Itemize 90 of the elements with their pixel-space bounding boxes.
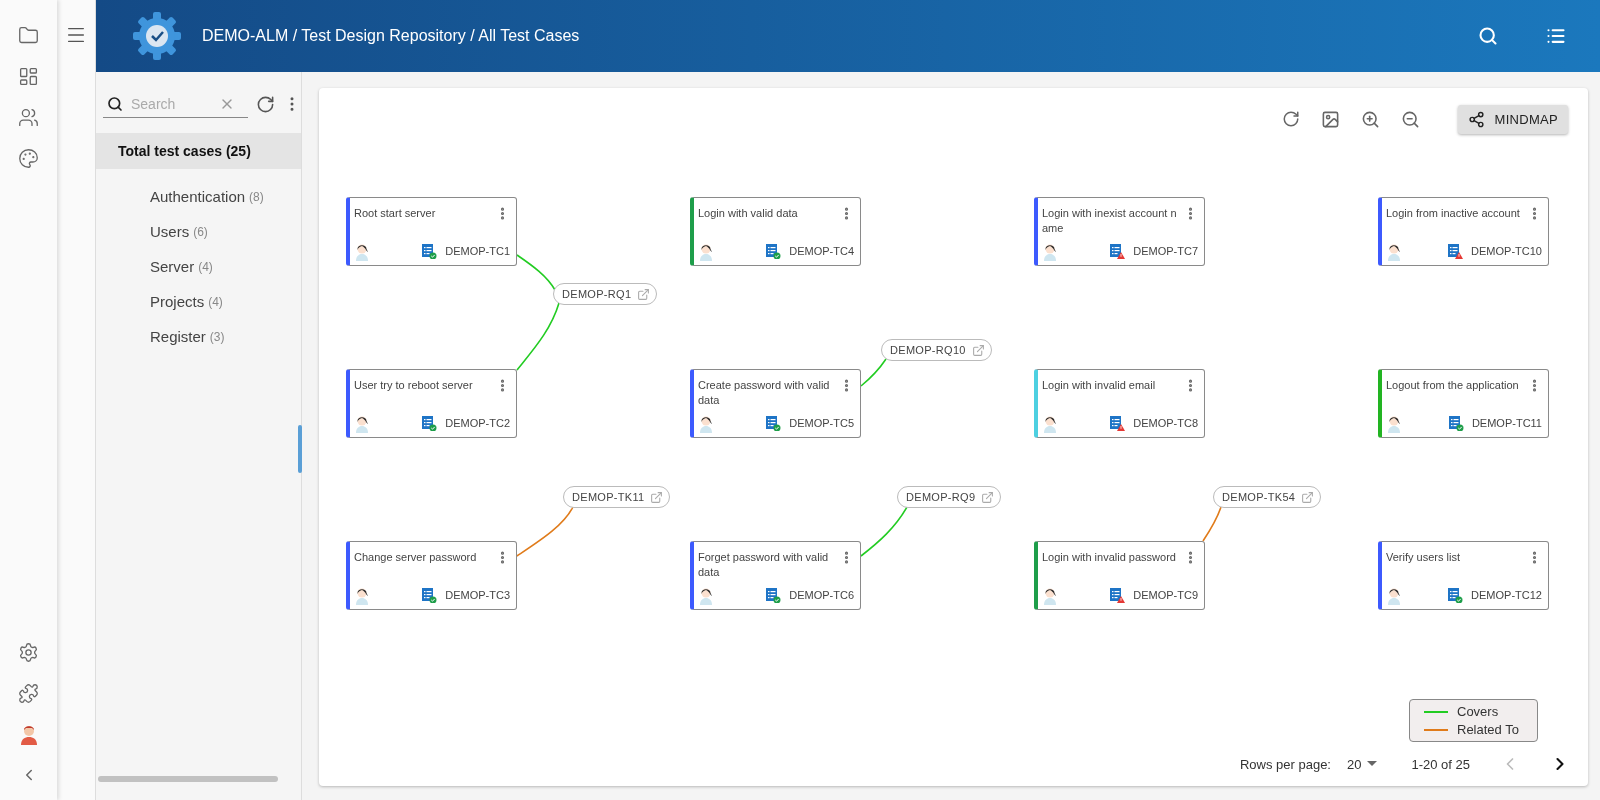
tree-item[interactable]: Register (3) bbox=[96, 319, 301, 354]
test-case-warning-icon bbox=[1109, 587, 1126, 603]
resize-handle[interactable] bbox=[298, 425, 302, 473]
test-case-title: User try to reboot server bbox=[354, 378, 474, 393]
link-label: DEMOP-RQ10 bbox=[890, 344, 966, 356]
tree-item-count: (8) bbox=[249, 189, 264, 204]
tree-item[interactable]: Total test cases (25) bbox=[96, 133, 301, 169]
test-case-id: DEMOP-TC2 bbox=[445, 417, 510, 429]
test-case-title: Login with invalid email bbox=[1042, 378, 1157, 393]
connector-line bbox=[860, 358, 887, 387]
breadcrumb: DEMO-ALM / Test Design Repository / All Test Cases bbox=[202, 27, 581, 45]
test-case-node[interactable]: Login with valid data DEMOP-TC4 bbox=[690, 197, 861, 266]
test-case-node[interactable]: Forget password with valid data DEMOP-TC6 bbox=[690, 541, 861, 610]
test-case-node[interactable]: User try to reboot server DEMOP-TC2 bbox=[346, 369, 517, 438]
test-case-check-icon bbox=[421, 415, 438, 431]
tree-item[interactable]: Authentication (8) bbox=[96, 179, 301, 214]
test-case-id: DEMOP-TC9 bbox=[1133, 589, 1198, 601]
caret-icon bbox=[1367, 761, 1378, 767]
tree-item-count: (6) bbox=[193, 224, 208, 239]
test-case-title: Forget password with valid data bbox=[698, 550, 830, 580]
tree-item-label: Projects bbox=[150, 293, 205, 310]
test-case-title: Login with invalid password bbox=[1042, 550, 1177, 565]
test-case-check-icon bbox=[1447, 587, 1464, 603]
test-case-title: Verify users list bbox=[1386, 550, 1461, 565]
connector-line bbox=[516, 302, 560, 371]
test-case-title: Login with valid data bbox=[698, 206, 799, 221]
legend-label: Related To bbox=[1457, 722, 1519, 737]
test-case-title: Login from inactive account bbox=[1386, 206, 1521, 221]
test-case-id: DEMOP-TC12 bbox=[1471, 589, 1542, 601]
tree-item[interactable]: Projects (4) bbox=[96, 284, 301, 319]
test-case-title: Login with inexist account name bbox=[1042, 206, 1178, 236]
test-case-node[interactable]: Change server password DEMOP-TC3 bbox=[346, 541, 517, 610]
test-case-title: Create password with valid data bbox=[698, 378, 831, 408]
test-case-check-icon bbox=[421, 243, 438, 259]
tree-item-count: (4) bbox=[208, 294, 223, 309]
test-case-id: DEMOP-TC8 bbox=[1133, 417, 1198, 429]
gear-check-logo bbox=[132, 11, 182, 61]
rows-per-page-select[interactable]: 20 bbox=[1347, 756, 1378, 772]
link-label: DEMOP-RQ9 bbox=[906, 491, 976, 503]
test-case-id: DEMOP-TC5 bbox=[789, 417, 854, 429]
tree-item-label: Server bbox=[150, 258, 195, 275]
page-range: 1-20 of 25 bbox=[1411, 756, 1470, 772]
tree-item-label: Users bbox=[150, 223, 190, 240]
test-case-title: Root start server bbox=[354, 206, 437, 221]
scrollbar[interactable] bbox=[98, 776, 278, 782]
test-case-id: DEMOP-TC6 bbox=[789, 589, 854, 601]
tree-item-label: Authentication bbox=[150, 188, 246, 205]
test-case-check-icon bbox=[1447, 415, 1464, 431]
test-case-check-icon bbox=[765, 587, 782, 603]
mindmap-button[interactable]: MINDMAP bbox=[1457, 104, 1568, 134]
connector-line bbox=[860, 506, 908, 557]
refresh-icon[interactable] bbox=[256, 94, 275, 114]
test-case-check-icon bbox=[765, 243, 782, 259]
test-case-id: DEMOP-TC11 bbox=[1471, 417, 1542, 429]
test-case-node[interactable]: Login with inexist account name DEMOP-TC7 bbox=[1034, 197, 1205, 266]
tree-item-count: (3) bbox=[209, 329, 225, 344]
test-case-id: DEMOP-TC1 bbox=[445, 245, 510, 257]
connector-line bbox=[516, 506, 574, 557]
test-case-node[interactable]: Root start server DEMOP-TC1 bbox=[346, 197, 517, 266]
share-icon bbox=[1467, 110, 1485, 128]
tree-item-label: Register bbox=[150, 328, 206, 345]
tree-item[interactable]: Server (4) bbox=[96, 249, 301, 284]
link-label: DEMOP-TK11 bbox=[572, 491, 645, 503]
test-case-warning-icon bbox=[1109, 243, 1126, 259]
rows-per-page-label: Rows per page: bbox=[1239, 756, 1331, 772]
test-case-title: Logout from the application bbox=[1386, 378, 1520, 393]
test-case-title: Change server password bbox=[354, 550, 478, 565]
test-case-id: DEMOP-TC10 bbox=[1471, 245, 1542, 257]
tree-item[interactable]: Users (6) bbox=[96, 214, 301, 249]
test-case-node[interactable]: Logout from the application DEMOP-TC11 bbox=[1378, 369, 1549, 438]
test-case-node[interactable]: Login with invalid email DEMOP-TC8 bbox=[1034, 369, 1205, 438]
test-case-id: DEMOP-TC4 bbox=[789, 245, 854, 257]
tree-item-count: (4) bbox=[198, 259, 213, 274]
connector-line bbox=[1202, 506, 1222, 542]
test-case-id: DEMOP-TC7 bbox=[1133, 245, 1198, 257]
test-case-warning-icon bbox=[1109, 415, 1126, 431]
test-case-check-icon bbox=[421, 587, 438, 603]
search-field[interactable]: Search bbox=[129, 94, 213, 113]
link-label: DEMOP-RQ1 bbox=[562, 288, 632, 300]
link-label: DEMOP-TK54 bbox=[1222, 491, 1296, 503]
test-case-node[interactable]: Verify users list DEMOP-TC12 bbox=[1378, 541, 1549, 610]
search-icon bbox=[107, 95, 123, 112]
test-case-id: DEMOP-TC3 bbox=[445, 589, 510, 601]
legend-label: Covers bbox=[1457, 704, 1499, 719]
connector-line bbox=[516, 254, 556, 291]
test-case-node[interactable]: Create password with valid data DEMOP-TC5 bbox=[690, 369, 861, 438]
test-case-node[interactable]: Login from inactive account DEMOP-TC10 bbox=[1378, 197, 1549, 266]
test-case-node[interactable]: Login with invalid password DEMOP-TC9 bbox=[1034, 541, 1205, 610]
test-case-warning-icon bbox=[1447, 243, 1464, 259]
test-case-check-icon bbox=[765, 415, 782, 431]
